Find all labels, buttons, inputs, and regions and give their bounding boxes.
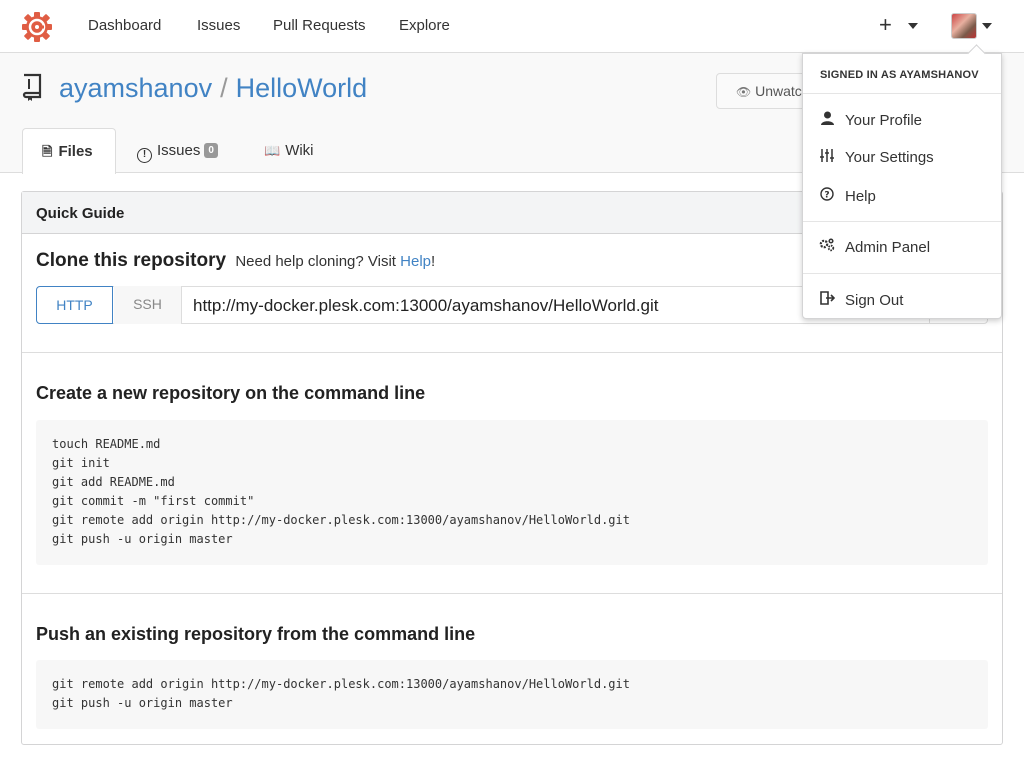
svg-text:?: ?: [824, 191, 829, 201]
create-heading: Create a new repository on the command l…: [36, 383, 426, 403]
menu-divider: [803, 221, 1001, 222]
create-section: Create a new repository on the command l…: [22, 353, 1002, 594]
nav-pull-requests[interactable]: Pull Requests: [273, 17, 366, 34]
tab-wiki[interactable]: 📖 Wiki: [264, 128, 314, 173]
menu-your-settings[interactable]: Your Settings: [803, 141, 1001, 175]
menu-your-profile[interactable]: Your Profile: [803, 103, 1001, 137]
question-icon: ?: [819, 187, 835, 204]
repo-owner-link[interactable]: ayamshanov: [59, 73, 212, 103]
repo-separator: /: [220, 73, 228, 103]
push-heading: Push an existing repository from the com…: [36, 624, 476, 644]
tab-files-label: Files: [58, 143, 93, 160]
menu-help-label: Help: [845, 188, 876, 205]
issue-icon: !: [137, 148, 152, 163]
top-navbar: Dashboard Issues Pull Requests Explore +: [0, 0, 1024, 53]
issues-count-badge: 0: [204, 143, 218, 158]
create-code-block: touch README.md git init git add README.…: [36, 420, 988, 565]
create-caret-icon[interactable]: [908, 23, 918, 29]
menu-sign-out[interactable]: Sign Out: [803, 283, 1001, 317]
menu-admin-panel[interactable]: Admin Panel: [803, 230, 1001, 264]
user-caret-icon[interactable]: [982, 23, 992, 29]
tab-wiki-label: Wiki: [285, 142, 314, 159]
menu-divider: [803, 93, 1001, 94]
nav-explore[interactable]: Explore: [399, 17, 450, 34]
repo-name-link[interactable]: HelloWorld: [236, 73, 368, 103]
tab-issues-label: Issues: [157, 142, 201, 159]
help-prefix: Need help cloning? Visit: [235, 253, 396, 270]
tab-issues[interactable]: ! Issues 0: [137, 128, 218, 173]
gears-icon: [819, 238, 835, 255]
menu-your-settings-label: Your Settings: [845, 149, 934, 166]
signed-in-header: SIGNED IN AS AYAMSHANOV: [820, 69, 979, 81]
menu-your-profile-label: Your Profile: [845, 112, 922, 129]
repo-title: ayamshanov / HelloWorld: [59, 73, 367, 104]
ssh-button[interactable]: SSH: [114, 286, 182, 324]
eye-icon: 👁: [736, 85, 752, 99]
person-icon: [819, 111, 835, 128]
help-link[interactable]: Help: [400, 253, 431, 270]
avatar[interactable]: [951, 13, 977, 39]
plus-icon[interactable]: +: [879, 12, 892, 38]
menu-admin-panel-label: Admin Panel: [845, 239, 931, 256]
file-text-icon: 🗎: [42, 144, 53, 159]
push-section: Push an existing repository from the com…: [22, 594, 1002, 744]
clone-heading: Clone this repository Need help cloning?…: [36, 250, 435, 272]
nav-dashboard[interactable]: Dashboard: [88, 17, 161, 34]
sign-out-icon: [819, 291, 835, 308]
user-dropdown-menu: SIGNED IN AS AYAMSHANOV Your Profile You…: [802, 53, 1002, 319]
menu-sign-out-label: Sign Out: [845, 292, 904, 309]
menu-help[interactable]: ? Help: [803, 179, 1001, 213]
menu-divider: [803, 273, 1001, 274]
help-suffix: !: [431, 253, 436, 270]
nav-issues[interactable]: Issues: [197, 17, 240, 34]
unwatch-button[interactable]: 👁 Unwatch: [716, 73, 816, 109]
tab-files[interactable]: 🗎 Files: [22, 128, 116, 174]
push-code-block: git remote add origin http://my-docker.p…: [36, 660, 988, 729]
http-button[interactable]: HTTP: [36, 286, 113, 324]
repo-book-icon: [22, 73, 42, 101]
clone-heading-text: Clone this repository: [36, 250, 227, 271]
clone-url-input[interactable]: http://my-docker.plesk.com:13000/ayamsha…: [193, 296, 659, 316]
settings-sliders-icon: [819, 149, 835, 165]
book-open-icon: 📖: [264, 143, 281, 158]
clone-help-text: Need help cloning? Visit Help!: [235, 253, 435, 270]
gitea-logo-icon[interactable]: [21, 11, 53, 43]
